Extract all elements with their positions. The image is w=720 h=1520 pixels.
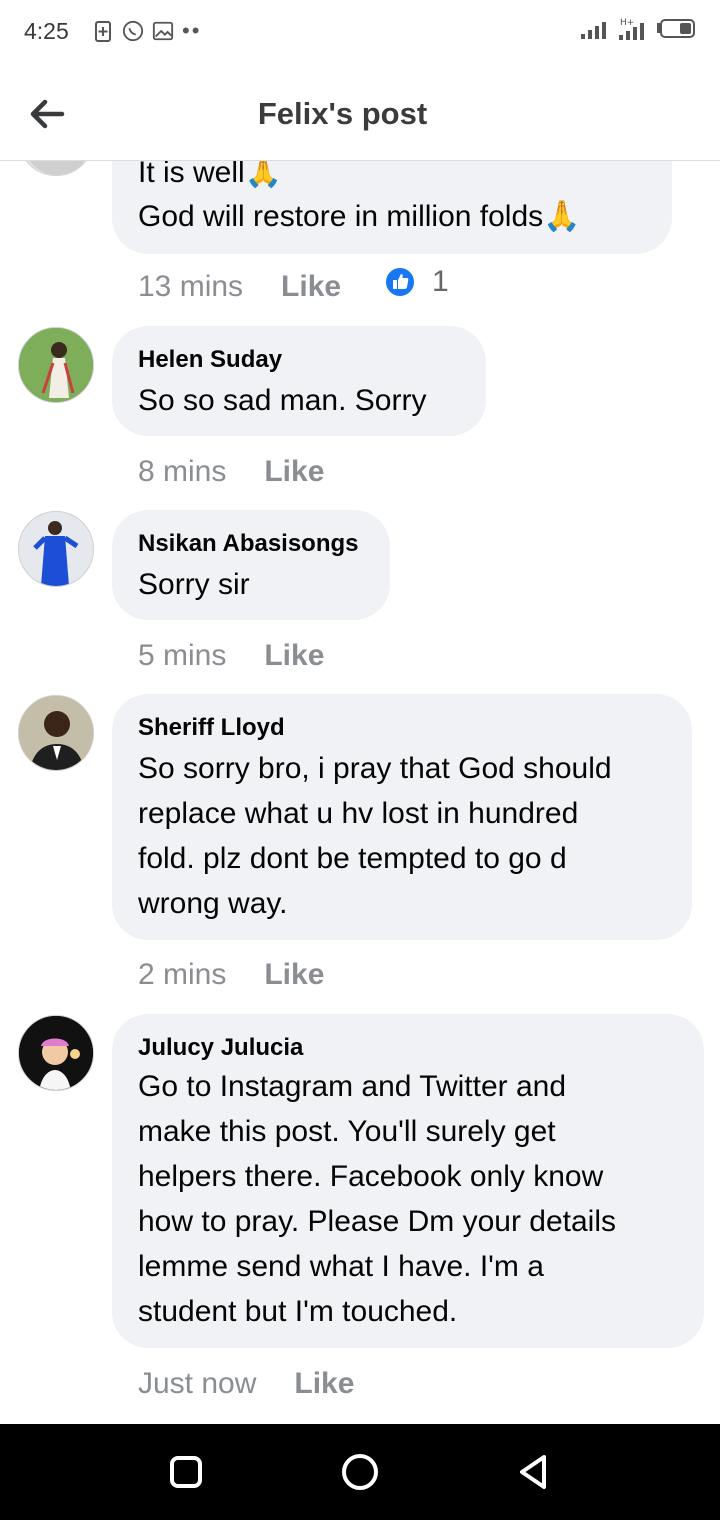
comment-author[interactable]: Sheriff Lloyd xyxy=(138,714,285,742)
comment-text-line: replace what u hv lost in hundred xyxy=(138,797,579,830)
comment-bubble: Nsikan Abasisongs Sorry sir xyxy=(112,510,390,620)
like-button[interactable]: Like xyxy=(294,1367,354,1400)
comment-author[interactable]: Nsikan Abasisongs xyxy=(138,530,359,558)
comment-text-line: Sorry sir xyxy=(138,568,250,601)
notification-icons: •• xyxy=(92,18,201,44)
status-time: 4:25 xyxy=(24,18,69,44)
like-button[interactable]: Like xyxy=(264,639,324,672)
comment-time: Just now xyxy=(138,1367,257,1400)
back-triangle-icon[interactable] xyxy=(510,1448,558,1496)
comment-text-line: wrong way. xyxy=(138,887,288,920)
comment-time: 8 mins xyxy=(138,455,227,488)
comment-bubble: Julucy Julucia Go to Instagram and Twitt… xyxy=(112,1014,704,1348)
avatar[interactable] xyxy=(18,511,94,587)
header-cover: Felix's post xyxy=(0,66,720,161)
comment-text-line: make this post. You'll surely get xyxy=(138,1115,556,1148)
comment-author[interactable]: Helen Suday xyxy=(138,346,282,374)
page-title: Felix's post xyxy=(257,96,428,131)
like-button[interactable]: Like xyxy=(281,270,341,303)
like-button[interactable]: Like xyxy=(264,958,324,991)
comment-text-line: fold. plz dont be tempted to go d xyxy=(138,842,567,875)
like-button[interactable]: Like xyxy=(264,455,324,488)
comment-text-line: So so sad man. Sorry xyxy=(138,384,427,417)
comment-meta: 5 mins Like xyxy=(138,639,324,673)
like-reaction-icon xyxy=(384,266,416,298)
comment-text-line: So sorry bro, i pray that God should xyxy=(138,752,612,785)
signal-icon xyxy=(581,22,606,39)
status-bar: 4:25 •• H+ xyxy=(0,0,720,66)
system-icons: H+ xyxy=(580,16,696,42)
battery-saver-icon xyxy=(95,21,111,42)
comment-bubble: Helen Suday So so sad man. Sorry xyxy=(112,326,486,436)
comment-bubble: Sheriff Lloyd So sorry bro, i pray that … xyxy=(112,694,692,940)
comment-time: 2 mins xyxy=(138,958,227,991)
comment-meta: 13 mins Like xyxy=(138,270,341,304)
signal-h-plus-icon: H+ xyxy=(619,18,644,40)
comment-text-line: helpers there. Facebook only know xyxy=(138,1160,604,1193)
comment-author[interactable]: Julucy Julucia xyxy=(138,1034,303,1062)
avatar[interactable] xyxy=(18,1015,94,1091)
svg-text:H+: H+ xyxy=(620,18,634,28)
avatar[interactable] xyxy=(18,327,94,403)
comment-time: 13 mins xyxy=(138,270,244,303)
comment-text-line: how to pray. Please Dm your details xyxy=(138,1205,616,1238)
battery-icon xyxy=(657,19,695,38)
gallery-icon xyxy=(152,21,174,41)
comment-meta: Just now Like xyxy=(138,1367,354,1401)
comment-text-line: student but I'm touched. xyxy=(138,1295,458,1328)
avatar[interactable] xyxy=(18,695,94,771)
whatsapp-icon xyxy=(122,20,144,42)
recents-square-icon[interactable] xyxy=(162,1448,210,1496)
comment-meta: 8 mins Like xyxy=(138,455,324,489)
comment-text-line: Go to Instagram and Twitter and xyxy=(138,1070,567,1103)
comment-text-line: God will restore in million folds🙏 xyxy=(138,200,581,233)
comment-text-line: lemme send what I have. I'm a xyxy=(138,1250,544,1283)
comment-time: 5 mins xyxy=(138,639,227,672)
reaction-count: 1 xyxy=(432,265,449,298)
reaction-summary[interactable]: 1 xyxy=(384,265,449,299)
home-circle-icon[interactable] xyxy=(336,1448,384,1496)
system-nav-bar xyxy=(0,1424,720,1520)
comment-meta: 2 mins Like xyxy=(138,958,324,992)
more-notifications-icon: •• xyxy=(182,18,202,43)
